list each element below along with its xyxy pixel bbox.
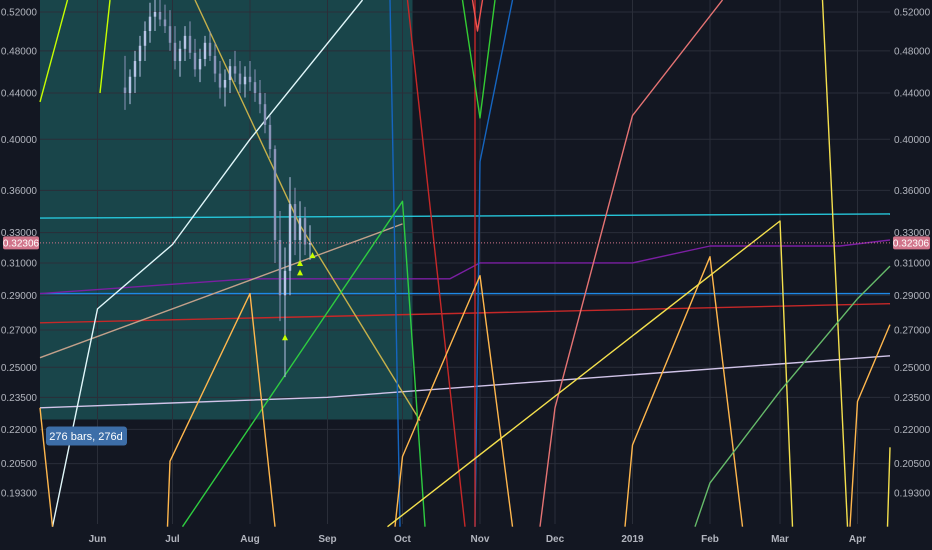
- candle-body: [163, 19, 167, 27]
- x-tick-label: Nov: [471, 534, 490, 545]
- y-tick-label-right: 0.22000: [894, 425, 931, 436]
- y-tick-label-right: 0.20500: [894, 459, 931, 470]
- candle-body: [263, 104, 267, 125]
- candle-body: [288, 204, 292, 271]
- range-info-label: 276 bars, 276d: [46, 426, 127, 446]
- y-tick-label-right: 0.40000: [894, 135, 931, 146]
- y-tick-label-left: 0.40000: [1, 135, 38, 146]
- y-tick-label-right: 0.36000: [894, 186, 931, 197]
- y-tick-label-right: 0.44000: [894, 89, 931, 100]
- candle-body: [178, 48, 182, 62]
- y-tick-label-left: 0.23500: [1, 393, 38, 404]
- candle-body: [208, 42, 212, 56]
- y-tick-label-left: 0.22000: [1, 425, 38, 436]
- x-tick-label: Mar: [771, 534, 789, 545]
- y-tick-label-left: 0.25000: [1, 363, 38, 374]
- y-tick-label-left: 0.52000: [1, 7, 38, 18]
- candle-body: [248, 76, 252, 83]
- y-tick-label-left: 0.31000: [1, 258, 38, 269]
- candle-body: [148, 16, 152, 32]
- candle-body: [123, 87, 127, 94]
- range-box-fill: [40, 0, 413, 420]
- y-tick-label-left: 0.36000: [1, 186, 38, 197]
- x-tick-label: Sep: [318, 534, 336, 545]
- candle-body: [283, 270, 287, 296]
- y-tick-label-left: 0.20500: [1, 459, 38, 470]
- candle-body: [293, 204, 297, 241]
- y-tick-label-right: 0.19300: [894, 488, 931, 499]
- date-range-box[interactable]: [40, 0, 413, 420]
- candle-body: [258, 93, 262, 105]
- y-tick-label-right: 0.52000: [894, 7, 931, 18]
- candle-body: [193, 52, 197, 70]
- x-tick-label: Dec: [546, 534, 565, 545]
- range-info-text: 276 bars, 276d: [49, 431, 122, 443]
- candle-body: [188, 35, 192, 53]
- y-tick-label-left: 0.27000: [1, 325, 38, 336]
- candle-body: [143, 31, 147, 46]
- candle-body: [233, 66, 237, 74]
- candle-body: [158, 11, 162, 20]
- current-price-label-left: 0.32306: [3, 238, 40, 249]
- candle-body: [153, 11, 157, 17]
- candle-body: [223, 79, 227, 88]
- x-tick-label: Jul: [165, 534, 180, 545]
- y-tick-label-right: 0.27000: [894, 325, 931, 336]
- candle-body: [268, 124, 272, 150]
- candle-body: [183, 35, 187, 49]
- current-price-label-right: 0.32306: [893, 238, 930, 249]
- x-tick-label: Feb: [701, 534, 719, 545]
- y-tick-label-left: 0.48000: [1, 46, 38, 57]
- y-tick-label-right: 0.29000: [894, 291, 931, 302]
- current-price-badge-right: 0.32306: [893, 236, 930, 250]
- current-price-badge-left: 0.32306: [3, 236, 40, 250]
- x-tick-label: Jun: [89, 534, 107, 545]
- y-tick-label-right: 0.48000: [894, 46, 931, 57]
- candle-body: [228, 66, 232, 80]
- candle-body: [243, 76, 247, 85]
- x-tick-label: Aug: [240, 534, 259, 545]
- candle-body: [278, 240, 282, 296]
- candle-body: [273, 149, 277, 241]
- y-tick-label-right: 0.23500: [894, 393, 931, 404]
- y-tick-label-left: 0.19300: [1, 488, 38, 499]
- candle-body: [198, 58, 202, 70]
- candle-body: [298, 218, 302, 241]
- candle-body: [238, 73, 242, 85]
- x-tick-label: 2019: [621, 534, 644, 545]
- price-chart[interactable]: 0.520000.480000.440000.400000.360000.330…: [0, 0, 932, 550]
- candle-body: [138, 45, 142, 62]
- y-tick-label-right: 0.25000: [894, 363, 931, 374]
- candle-body: [128, 76, 132, 94]
- x-tick-label: Oct: [394, 534, 411, 545]
- candle-body: [168, 26, 172, 43]
- candle-body: [303, 218, 307, 245]
- candle-body: [133, 61, 137, 77]
- candle-body: [213, 55, 217, 74]
- y-tick-label-right: 0.31000: [894, 258, 931, 269]
- candle-body: [173, 42, 177, 62]
- candle-body: [253, 82, 257, 94]
- y-tick-label-left: 0.29000: [1, 291, 38, 302]
- x-tick-label: Apr: [849, 534, 866, 545]
- y-tick-label-left: 0.44000: [1, 89, 38, 100]
- candle-body: [203, 42, 207, 59]
- candle-body: [218, 73, 222, 88]
